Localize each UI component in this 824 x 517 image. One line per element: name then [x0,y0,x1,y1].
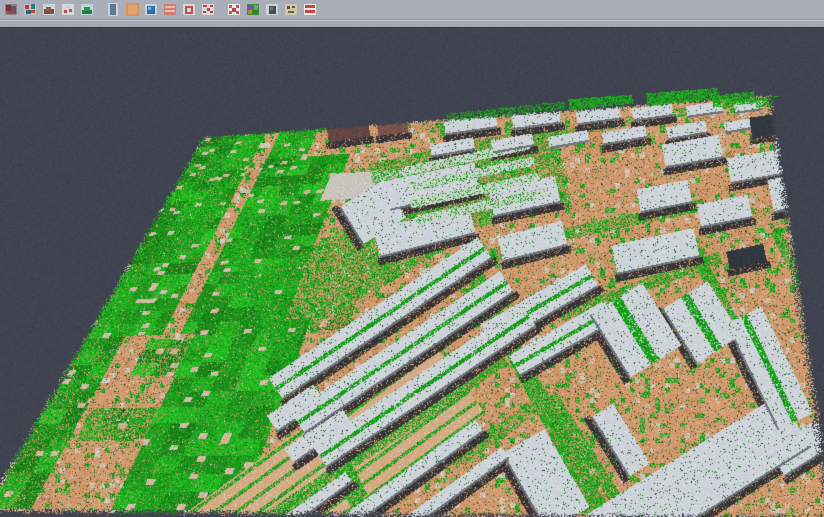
open-project-icon[interactable] [4,2,19,17]
toolbar-group-gap [218,0,225,15]
toolbar [0,0,824,20]
ortho-view-icon[interactable] [125,2,140,17]
measure-tool-icon[interactable] [284,2,299,17]
side-panel-icon[interactable] [106,2,121,17]
flag-annotation-icon[interactable] [303,2,318,17]
render-settings-icon[interactable] [182,2,197,17]
toolbar-group-gap [97,0,104,15]
layers-icon[interactable] [163,2,178,17]
globe-view-icon[interactable] [144,2,159,17]
viewport-3d[interactable] [0,28,824,517]
app-window [0,0,824,517]
terrain-model-icon[interactable] [42,2,57,17]
toolbar-handle-strip [0,20,824,28]
fit-selection-icon[interactable] [201,2,216,17]
classification-colors-icon[interactable] [246,2,261,17]
shaded-sphere-icon[interactable] [265,2,280,17]
surface-model-icon[interactable] [80,2,95,17]
import-data-icon[interactable] [23,2,38,17]
point-markers-icon[interactable] [61,2,76,17]
clip-region-icon[interactable] [227,2,242,17]
